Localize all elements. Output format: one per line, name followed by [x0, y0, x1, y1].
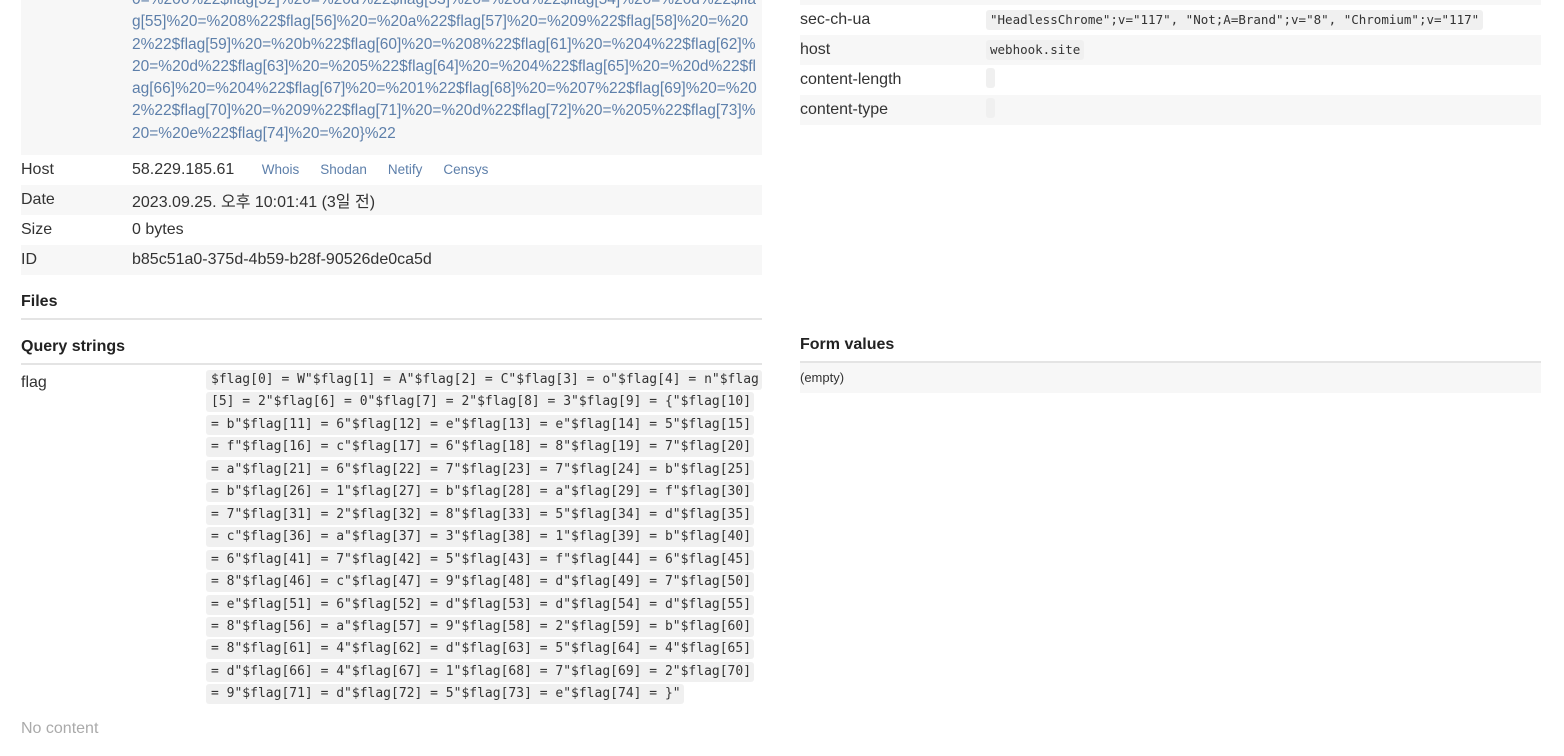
host-label: Host — [21, 161, 54, 178]
url-row: 0=%206%22$flag[52]%20=%20d%22$flag[53]%2… — [21, 0, 762, 155]
header-value: webhook.site — [986, 40, 1085, 60]
query-strings-heading: Query strings — [21, 338, 762, 365]
query-value: $flag[0] = W"$flag[1] = A"$flag[2] = C"$… — [206, 370, 762, 705]
header-row: sec-ch-ua "HeadlessChrome";v="117", "Not… — [800, 5, 1541, 35]
shodan-link[interactable]: Shodan — [320, 162, 367, 177]
censys-link[interactable]: Censys — [443, 162, 488, 177]
netify-link[interactable]: Netify — [388, 162, 423, 177]
date-label: Date — [21, 191, 55, 208]
header-value: "HeadlessChrome";v="117", "Not;A=Brand";… — [986, 10, 1484, 30]
host-row: Host 58.229.185.61 Whois Shodan Netify Cens… — [21, 155, 762, 185]
header-key: sec-ch-ua — [800, 11, 871, 28]
headers-panel: sec-ch-ua "HeadlessChrome";v="117", "Not… — [800, 0, 1541, 393]
header-value — [986, 67, 995, 88]
header-key: host — [800, 41, 831, 58]
host-ip: 58.229.185.61 — [132, 161, 235, 178]
size-row: Size 0 bytes — [21, 215, 762, 245]
request-details-panel: 0=%206%22$flag[52]%20=%20d%22$flag[53]%2… — [21, 0, 762, 738]
header-key: content-type — [800, 101, 889, 118]
id-label: ID — [21, 251, 37, 268]
header-row: content-type — [800, 95, 1541, 125]
header-key: content-length — [800, 71, 902, 88]
size-value: 0 bytes — [132, 221, 184, 238]
request-url-link[interactable]: 0=%206%22$flag[52]%20=%20d%22$flag[53]%2… — [132, 0, 760, 145]
whois-link[interactable]: Whois — [262, 162, 300, 177]
host-lookup-links: Whois Shodan Netify Censys — [239, 161, 489, 178]
size-label: Size — [21, 221, 53, 238]
url-value-container: 0=%206%22$flag[52]%20=%20d%22$flag[53]%2… — [132, 0, 762, 155]
form-values-empty: (empty) — [800, 363, 1541, 393]
url-label — [21, 0, 132, 155]
date-row: Date 2023.09.25. 오후 10:01:41 (3일 전) — [21, 185, 762, 215]
header-row: content-length — [800, 65, 1541, 95]
id-row: ID b85c51a0-375d-4b59-b28f-90526de0ca5d — [21, 245, 762, 275]
query-key: flag — [21, 374, 47, 391]
date-value: 2023.09.25. 오후 10:01:41 (3일 전) — [132, 194, 376, 211]
no-content-text: No content — [21, 719, 99, 737]
query-string-row: flag $flag[0] = W"$flag[1] = A"$flag[2] … — [21, 369, 762, 706]
form-values-heading: Form values — [800, 336, 1541, 363]
files-heading: Files — [21, 293, 762, 320]
header-row: host webhook.site — [800, 35, 1541, 65]
id-value: b85c51a0-375d-4b59-b28f-90526de0ca5d — [132, 251, 432, 268]
header-value — [986, 97, 995, 118]
